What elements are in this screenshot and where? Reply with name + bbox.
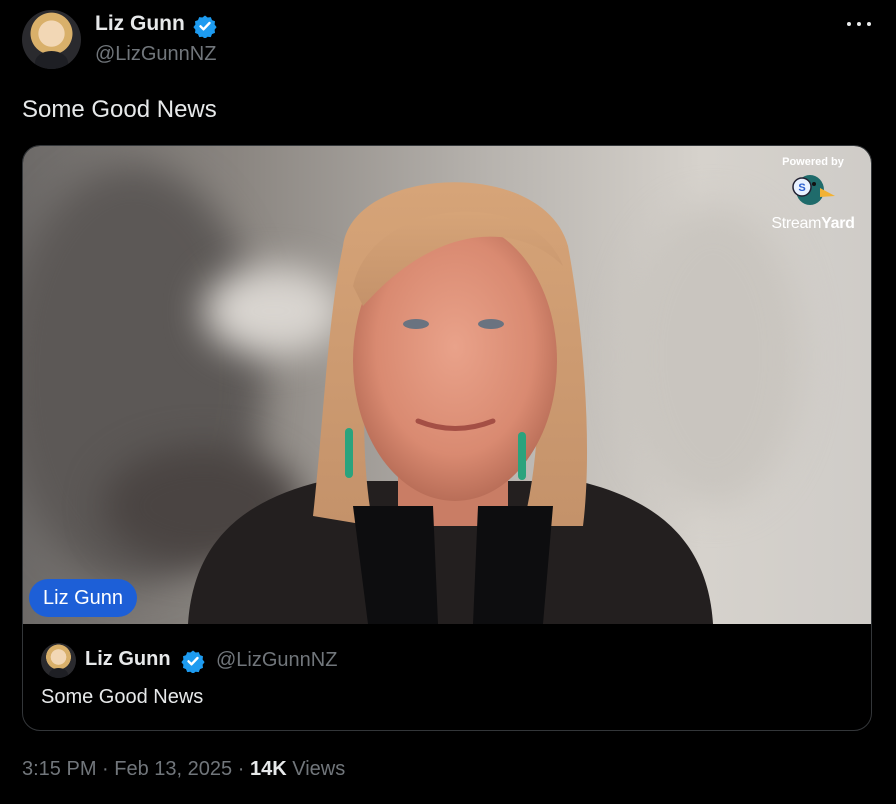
video-player[interactable]: Powered by S StreamYard Liz Gunn: [23, 146, 871, 624]
quoted-avatar[interactable]: [41, 643, 76, 678]
quoted-tweet-text: Some Good News: [41, 686, 204, 708]
video-name-tag: Liz Gunn: [29, 579, 138, 617]
quoted-author-handle[interactable]: @LizGunnNZ: [216, 649, 337, 672]
verified-badge-icon[interactable]: [181, 649, 205, 673]
svg-text:S: S: [798, 182, 805, 194]
quoted-video-card[interactable]: Powered by S StreamYard Liz Gunn Liz Gun…: [22, 145, 872, 731]
author-handle[interactable]: @LizGunnNZ: [95, 43, 216, 66]
quoted-tweet[interactable]: Liz Gunn @LizGunnNZ Some Good News: [23, 624, 871, 730]
streamyard-duck-icon: S: [792, 175, 835, 205]
tweet-time[interactable]: 3:15 PM: [22, 758, 96, 780]
views-count: 14K: [249, 758, 287, 780]
tweet-text: Some Good News: [22, 96, 217, 123]
streamyard-watermark: Powered by S StreamYard: [763, 156, 863, 236]
meta-separator: ·: [237, 758, 245, 780]
tweet-date[interactable]: Feb 13, 2025: [114, 758, 232, 780]
meta-separator: ·: [102, 758, 109, 780]
quoted-author-name[interactable]: Liz Gunn: [85, 648, 171, 671]
streamyard-logo-text: StreamYard: [771, 215, 855, 232]
avatar[interactable]: [22, 10, 81, 69]
views-label: Views: [292, 758, 346, 780]
tweet-meta: 3:15 PM · Feb 13, 2025 · 14K Views: [22, 758, 345, 781]
speaker-figure: [188, 182, 713, 624]
verified-badge-icon[interactable]: [193, 14, 217, 38]
powered-by-label: Powered by: [782, 156, 844, 168]
author-name[interactable]: Liz Gunn: [95, 12, 185, 36]
more-options-icon[interactable]: [842, 10, 876, 38]
